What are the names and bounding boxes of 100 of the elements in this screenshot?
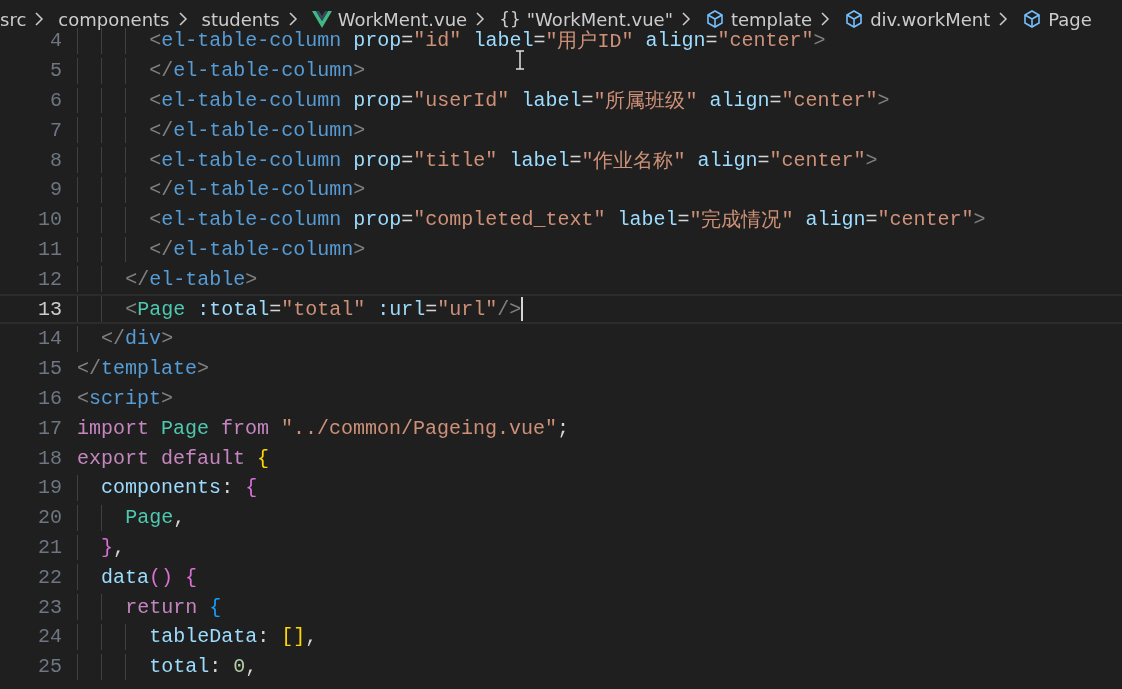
- code-token: components: [101, 476, 222, 500]
- line-number: 25: [37, 655, 62, 679]
- code-token: </: [101, 327, 126, 351]
- breadcrumb-item[interactable]: div.workMent: [870, 8, 991, 30]
- code-token: ,: [173, 506, 186, 530]
- code-token: "center": [877, 208, 974, 232]
- code-token: return: [125, 595, 198, 619]
- code-token: label: [508, 148, 570, 172]
- code-token: Page: [137, 297, 186, 321]
- code-token: el-table-column: [161, 208, 342, 232]
- code-token: >: [245, 267, 258, 291]
- code-token: Page: [125, 506, 174, 530]
- line-number: 4: [49, 29, 62, 53]
- cube-icon: [1022, 9, 1043, 29]
- line-number: 23: [37, 595, 62, 619]
- code-token: data: [101, 565, 150, 589]
- breadcrumb-item[interactable]: template: [730, 8, 813, 30]
- code-token: :: [257, 625, 270, 649]
- line-number: 6: [49, 89, 62, 112]
- code-token: 0: [232, 655, 246, 679]
- code-token: ,: [305, 625, 318, 649]
- breadcrumb-item[interactable]: components: [58, 8, 170, 30]
- line-number: 8: [49, 148, 62, 172]
- code-token: =: [401, 208, 414, 232]
- code-token: :: [209, 655, 222, 679]
- code-token: tableData: [149, 625, 258, 649]
- code-token: >: [161, 327, 174, 351]
- line-number: 10: [37, 208, 62, 232]
- breadcrumb-item[interactable]: src: [0, 8, 27, 30]
- line-number: 5: [49, 59, 62, 83]
- code-token: el-table-column: [173, 237, 354, 261]
- line-number: 11: [37, 237, 62, 261]
- code-token: :url: [376, 297, 426, 321]
- line-number: 22: [37, 565, 62, 589]
- code-token: >: [353, 59, 366, 83]
- code-token: >: [877, 89, 890, 112]
- code-token: Page: [160, 416, 210, 440]
- code-token: {: [244, 476, 258, 500]
- code-token: >: [353, 178, 366, 202]
- code-token: >: [865, 148, 878, 172]
- code-token: />: [497, 297, 522, 321]
- line-number: 9: [49, 178, 62, 202]
- breadcrumb-item[interactable]: Page: [1048, 8, 1092, 30]
- line-number: 20: [37, 506, 62, 530]
- code-token: el-table-column: [173, 118, 354, 142]
- code-token: </: [149, 178, 174, 202]
- line-number: 12: [37, 267, 62, 291]
- code-token: "center": [769, 148, 866, 172]
- code-token: "userId": [413, 89, 510, 112]
- code-token: prop: [352, 208, 402, 232]
- code-token: >: [973, 208, 986, 232]
- breadcrumb-item[interactable]: students: [201, 8, 280, 30]
- code-token: label: [616, 208, 678, 232]
- code-token: =: [269, 297, 282, 321]
- cube-icon: [844, 9, 865, 29]
- line-number: 14: [37, 327, 62, 351]
- code-token: =: [401, 148, 414, 172]
- code-token: template: [101, 357, 198, 381]
- code-token: div: [125, 327, 162, 351]
- code-token: <: [77, 386, 89, 410]
- breadcrumb-item[interactable]: "WorkMent.vue": [526, 8, 673, 30]
- breadcrumb-item[interactable]: WorkMent.vue: [337, 8, 468, 30]
- code-token: "完成情况": [689, 208, 794, 234]
- code-token: =: [401, 29, 414, 53]
- code-token: =: [677, 208, 690, 232]
- line-number: 21: [37, 535, 62, 559]
- code-token: ,: [113, 535, 126, 559]
- code-token: :total: [196, 297, 270, 321]
- code-token: >: [197, 357, 210, 381]
- code-token: label: [472, 29, 534, 53]
- code-token: align: [696, 148, 758, 172]
- code-token: =: [425, 297, 438, 321]
- line-number: 7: [49, 118, 62, 142]
- code-token: label: [520, 89, 582, 112]
- code-token: </: [149, 237, 174, 261]
- code-token: export default: [77, 446, 246, 470]
- line-number: 18: [37, 446, 62, 470]
- code-token: }: [101, 535, 114, 559]
- code-token: "center": [717, 29, 814, 53]
- code-token: align: [708, 89, 770, 112]
- code-token: "用户ID": [545, 29, 634, 55]
- code-token: =: [865, 208, 878, 232]
- code-token: el-table: [149, 267, 246, 291]
- braces-icon: {}: [499, 9, 521, 29]
- code-token: el-table-column: [161, 89, 342, 112]
- code-token: =: [581, 89, 594, 112]
- code-token: </: [125, 267, 150, 291]
- code-token: () {: [149, 565, 198, 589]
- code-token: el-table-column: [161, 29, 342, 53]
- code-token: <: [149, 29, 162, 53]
- code-token: total: [149, 655, 210, 679]
- code-token: <: [125, 297, 138, 321]
- line-number: 19: [37, 476, 62, 500]
- code-token: </: [149, 118, 174, 142]
- code-token: align: [644, 29, 706, 53]
- code-token: {: [256, 446, 270, 470]
- code-token: "作业名称": [581, 148, 686, 174]
- code-token: <: [149, 208, 162, 232]
- code-token: "title": [413, 148, 498, 172]
- code-token: script: [89, 386, 162, 410]
